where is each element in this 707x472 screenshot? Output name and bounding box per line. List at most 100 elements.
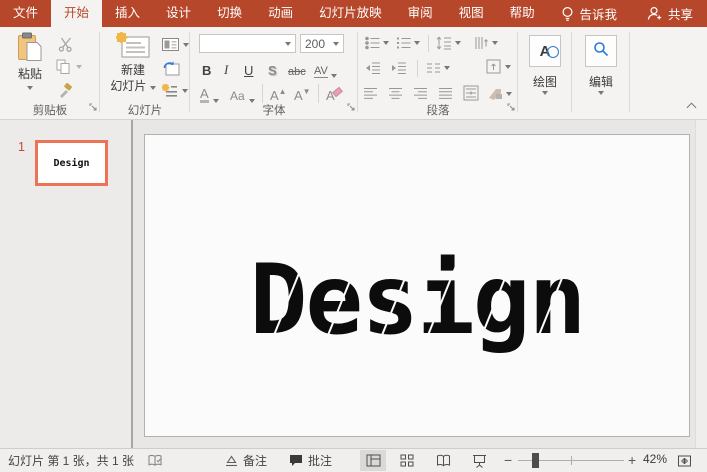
powerpoint-window: 文件 开始 插入 设计 切换 动画 幻灯片放映 审阅 视图 帮助 告诉我 [0,0,707,472]
align-text-caret[interactable] [505,65,511,69]
tell-me-button[interactable]: 告诉我 [561,4,617,23]
slide-canvas[interactable]: Design [144,134,690,437]
cut-button[interactable] [58,37,74,52]
character-spacing-button[interactable]: AV [314,60,337,78]
collapse-ribbon-button[interactable] [687,103,697,113]
new-slide-caret[interactable] [150,86,156,90]
section-caret[interactable] [182,89,188,93]
clipboard-dialog-launcher[interactable] [89,98,97,116]
status-bar: 幻灯片 第 1 张，共 1 张 备注 批注 [0,448,707,472]
paste-label: 粘贴 [18,67,42,81]
editing-caret[interactable] [598,91,604,95]
align-center-button[interactable] [388,87,403,100]
columns-caret[interactable] [444,66,450,70]
change-case-button[interactable]: Aa [230,85,255,103]
character-spacing-caret[interactable] [331,74,337,78]
text-shadow-button[interactable]: S [268,60,277,78]
smartart-caret[interactable] [506,92,512,96]
copy-button[interactable] [56,59,82,75]
comment-icon [289,454,303,467]
underline-button[interactable]: U [244,60,253,78]
share-label: 共享 [668,4,693,23]
paste-icon [17,32,43,65]
strikethrough-button[interactable]: abc [288,60,306,78]
editing-button[interactable] [585,35,617,67]
font-size-combobox[interactable]: 200 [300,34,344,53]
paste-dropdown-caret[interactable] [27,86,33,90]
slideshow-view-button[interactable] [466,450,492,471]
align-text-button[interactable] [486,59,511,75]
numbering-button[interactable] [396,36,420,50]
new-slide-button[interactable]: 新建 幻灯片 [106,32,160,93]
layout-button[interactable] [162,38,189,51]
font-dialog-launcher[interactable] [347,98,355,116]
fit-slide-to-window-button[interactable] [671,450,697,471]
slide-editing-area: Design [133,120,695,448]
reset-slide-button[interactable] [163,60,180,76]
tab-review[interactable]: 审阅 [395,0,446,27]
decrease-indent-button[interactable] [365,61,381,75]
paragraph-group-label: 段落 [358,102,518,118]
slide-thumbnail-1[interactable]: Design [35,140,108,186]
justify-button[interactable] [438,87,453,100]
zoom-level[interactable]: 42% [643,452,667,466]
slide-number: 1 [18,140,25,154]
proofing-icon[interactable] [148,454,163,467]
line-spacing-caret[interactable] [455,41,461,45]
distribute-columns-button[interactable] [463,85,479,101]
drawing-caret[interactable] [542,91,548,95]
tab-file[interactable]: 文件 [0,0,51,27]
columns-button[interactable] [426,61,450,75]
tab-insert[interactable]: 插入 [102,0,153,27]
bold-button[interactable]: B [202,60,211,78]
layout-caret[interactable] [183,43,189,47]
shrink-font-button[interactable]: A▼ [294,85,311,103]
share-button[interactable]: 共享 [647,4,693,23]
text-direction-caret[interactable] [492,41,498,45]
clear-formatting-button[interactable]: A [326,85,342,103]
clipboard-group-label: 剪贴板 [0,102,100,118]
increase-indent-button[interactable] [391,61,407,75]
text-direction-button[interactable] [474,36,498,50]
normal-view-button[interactable] [360,450,386,471]
align-left-button[interactable] [363,87,378,100]
lightbulb-icon [561,6,574,22]
font-size-caret[interactable] [333,42,339,46]
paste-button[interactable]: 粘贴 [10,32,50,90]
slides-group-label: 幻灯片 [100,102,190,118]
bullets-caret[interactable] [383,41,389,45]
zoom-out-button[interactable]: − [504,451,512,469]
notes-button[interactable]: 备注 [225,452,267,469]
tab-animations[interactable]: 动画 [255,0,306,27]
numbering-caret[interactable] [414,41,420,45]
vertical-scrollbar[interactable] [695,120,707,448]
line-spacing-button[interactable] [436,36,461,50]
tab-view[interactable]: 视图 [446,0,497,27]
copy-dropdown-caret[interactable] [76,65,82,69]
drawing-button[interactable]: A [529,35,561,67]
reading-view-button[interactable] [430,450,456,471]
tab-transitions[interactable]: 切换 [204,0,255,27]
ribbon-tab-bar: 文件 开始 插入 设计 切换 动画 幻灯片放映 审阅 视图 帮助 告诉我 [0,0,707,27]
slide-text-block[interactable]: Design [250,252,585,348]
tab-help[interactable]: 帮助 [497,0,548,27]
slide-sorter-view-button[interactable] [394,450,420,471]
tab-home[interactable]: 开始 [51,0,102,27]
tab-slideshow[interactable]: 幻灯片放映 [306,0,395,27]
zoom-slider-thumb[interactable] [532,453,539,468]
align-right-button[interactable] [413,87,428,100]
bullets-button[interactable] [365,36,389,50]
font-name-caret[interactable] [285,42,291,46]
group-font: 200 B I U S abc AV A Aa A▲ [190,27,358,119]
font-name-combobox[interactable] [199,34,296,53]
section-button[interactable] [162,84,188,98]
italic-button[interactable]: I [224,60,228,78]
font-color-button[interactable]: A [200,85,219,103]
comments-button[interactable]: 批注 [289,452,332,469]
zoom-in-button[interactable]: + [628,451,636,469]
tab-design[interactable]: 设计 [153,0,204,27]
format-painter-button[interactable] [58,83,74,98]
paragraph-dialog-launcher[interactable] [507,98,515,116]
zoom-slider-center-tick [571,456,572,465]
grow-font-button[interactable]: A▲ [270,85,287,103]
